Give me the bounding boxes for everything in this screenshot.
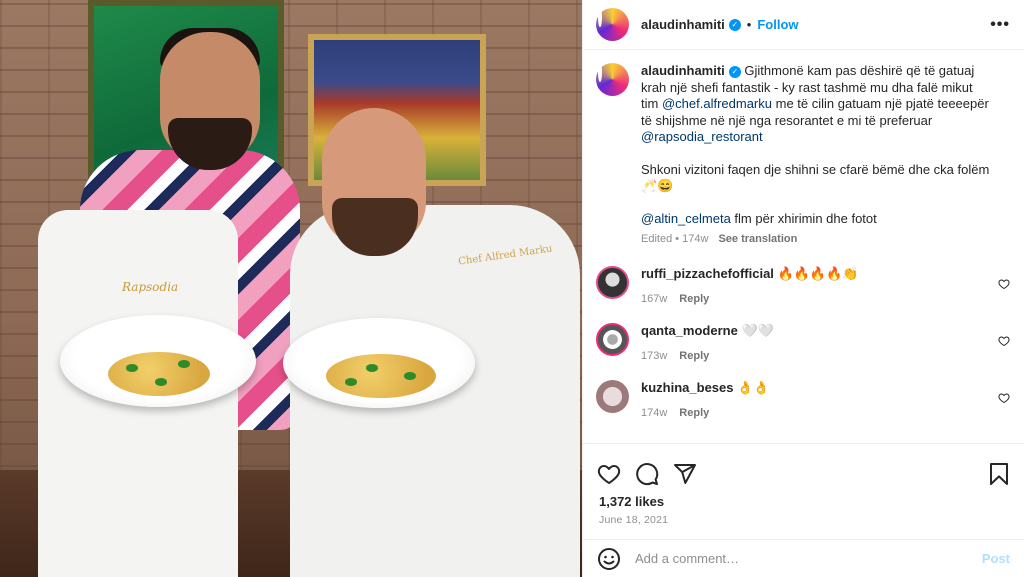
caption-paragraph-2: Shkoni vizitoni faqen dje shihni se cfar…: [641, 161, 990, 194]
herb: [345, 378, 357, 386]
heart-icon[interactable]: [998, 392, 1010, 404]
verified-icon: ✓: [728, 66, 741, 78]
mention-restaurant[interactable]: @rapsodia_restorant: [641, 129, 763, 144]
verified-icon: ✓: [728, 18, 741, 31]
herb: [126, 364, 138, 372]
more-icon[interactable]: •••: [990, 16, 1010, 34]
caption-username[interactable]: alaudinhamiti: [641, 63, 725, 78]
mention-chef[interactable]: @chef.alfredmarku: [662, 96, 772, 111]
post-view: Rapsodia Chef Alfred Marku alaudinhamiti…: [0, 0, 1024, 577]
comment-time: 167w: [641, 292, 668, 305]
comment-icon[interactable]: [635, 462, 659, 486]
share-icon[interactable]: [673, 462, 697, 486]
post-photo[interactable]: Rapsodia Chef Alfred Marku: [0, 0, 582, 577]
post-actions: 1,372 likes June 18, 2021 Post: [583, 443, 1024, 577]
risotto-right: [326, 354, 436, 398]
herb: [366, 364, 378, 372]
comment-item: ruffi_pizzachefofficial 🔥🔥🔥🔥👏 167w Reply: [596, 265, 1010, 305]
post-button[interactable]: Post: [982, 551, 1010, 566]
comments-scroll[interactable]: alaudinhamiti ✓ Gjithmonë kam pas dëshirë…: [583, 51, 1024, 443]
comment-time: 173w: [641, 349, 668, 362]
post-date: June 18, 2021: [599, 514, 669, 526]
reply-button[interactable]: Reply: [679, 293, 709, 305]
action-icons: [583, 444, 1024, 492]
herb: [404, 372, 416, 380]
comment-avatar[interactable]: [596, 322, 629, 356]
comment-text: 👌👌: [737, 379, 770, 395]
caption-meta: Edited • 174w See translation: [641, 231, 993, 248]
risotto-left: [108, 352, 210, 396]
caption-avatar[interactable]: [596, 63, 629, 96]
comment-input[interactable]: [635, 551, 982, 566]
heart-icon[interactable]: [998, 278, 1010, 290]
comment-item: qanta_moderne 🤍🤍 173w Reply: [596, 322, 1010, 362]
heart-icon[interactable]: [597, 462, 621, 486]
apron-logo: Rapsodia: [122, 280, 179, 294]
follow-button[interactable]: Follow: [757, 17, 798, 32]
heart-icon[interactable]: [998, 335, 1010, 347]
separator: •: [746, 17, 752, 32]
comment-text: 🤍🤍: [741, 322, 774, 338]
author-avatar[interactable]: [596, 8, 629, 41]
like-count[interactable]: 1,372 likes: [583, 492, 1024, 509]
see-translation-link[interactable]: See translation: [718, 233, 797, 245]
comment-avatar[interactable]: [596, 265, 629, 299]
herb: [155, 378, 167, 386]
author-username[interactable]: alaudinhamiti: [641, 17, 725, 32]
comment-username[interactable]: qanta_moderne: [641, 323, 738, 338]
emoji-icon[interactable]: [597, 547, 621, 571]
comment-username[interactable]: kuzhina_beses: [641, 380, 734, 395]
caption: alaudinhamiti ✓ Gjithmonë kam pas dëshirë…: [596, 63, 1010, 248]
caption-time: Edited • 174w: [641, 233, 709, 245]
caption-text: alaudinhamiti ✓ Gjithmonë kam pas dëshirë…: [641, 63, 993, 248]
herb: [178, 360, 190, 368]
comment-text: 🔥🔥🔥🔥👏: [777, 265, 859, 281]
bookmark-icon[interactable]: [988, 462, 1010, 486]
caption-paragraph-3: flm për xhirimin dhe fotot: [734, 210, 877, 226]
reply-button[interactable]: Reply: [679, 407, 709, 419]
comment-avatar[interactable]: [596, 379, 629, 413]
add-comment-bar: Post: [583, 539, 1024, 577]
comment-item: kuzhina_beses 👌👌 174w Reply: [596, 379, 1010, 419]
comment-time: 174w: [641, 406, 668, 419]
post-header: alaudinhamiti ✓ • Follow •••: [583, 0, 1024, 50]
comment-username[interactable]: ruffi_pizzachefofficial: [641, 266, 774, 281]
mention-photographer[interactable]: @altin_celmeta: [641, 211, 731, 226]
post-sidebar: alaudinhamiti ✓ • Follow ••• alaudinhami…: [582, 0, 1024, 577]
reply-button[interactable]: Reply: [679, 350, 709, 362]
